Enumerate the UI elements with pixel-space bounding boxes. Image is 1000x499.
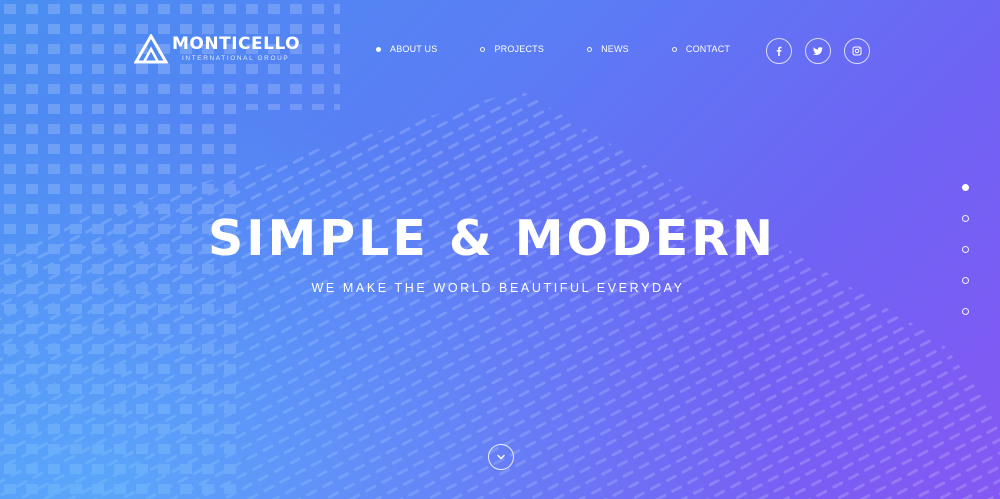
nav-dot-icon: [587, 46, 593, 52]
nav-item-label: ABOUT US: [390, 44, 438, 54]
nav-dot-icon: [671, 46, 677, 52]
facebook-button[interactable]: [766, 38, 792, 64]
instagram-button[interactable]: [844, 38, 870, 64]
triangle-logo-icon: [134, 34, 169, 64]
pager-dot-2[interactable]: [962, 215, 969, 222]
facebook-icon: [776, 46, 782, 56]
hero-subline: WE MAKE THE WORLD BEAUTIFUL EVERYDAY: [311, 281, 685, 295]
pager-dot-1[interactable]: [962, 184, 969, 191]
hero-headline: SIMPLE & MODERN: [207, 210, 777, 267]
chevron-down-icon: [497, 454, 505, 460]
brand-logo[interactable]: MONTICELLO INTERNATIONAL GROUP: [134, 34, 300, 64]
pager-dot-5[interactable]: [962, 308, 969, 315]
nav-item-label: NEWS: [601, 44, 629, 54]
nav-item-about-us[interactable]: ABOUT US: [376, 44, 437, 54]
nav-dot-icon: [480, 46, 486, 52]
twitter-button[interactable]: [805, 38, 831, 64]
main-nav: ABOUT US PROJECTS NEWS CONTACT: [376, 44, 730, 54]
scroll-down-button[interactable]: [488, 444, 514, 470]
brand-tagline: INTERNATIONAL GROUP: [182, 54, 290, 62]
twitter-icon: [813, 47, 823, 55]
nav-item-projects[interactable]: PROJECTS: [480, 44, 544, 54]
nav-item-contact[interactable]: CONTACT: [671, 44, 731, 54]
pager-dot-3[interactable]: [962, 246, 969, 253]
social-links: [766, 38, 870, 64]
instagram-icon: [852, 46, 862, 56]
pager-dot-4[interactable]: [962, 277, 969, 284]
nav-item-label: CONTACT: [685, 44, 731, 54]
nav-active-dot-icon: [376, 46, 381, 52]
brand-name: MONTICELLO: [172, 33, 301, 54]
slide-pager: [962, 184, 969, 315]
nav-item-news[interactable]: NEWS: [587, 44, 629, 54]
nav-item-label: PROJECTS: [494, 44, 545, 54]
hero-section: MONTICELLO INTERNATIONAL GROUP ABOUT US …: [0, 0, 1000, 499]
